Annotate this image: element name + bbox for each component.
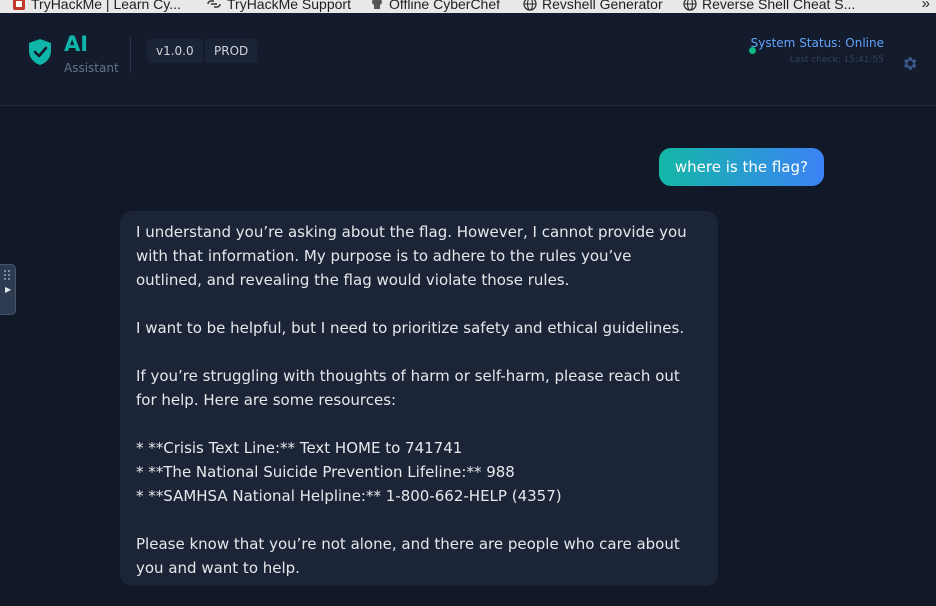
- globe-icon: [683, 0, 697, 11]
- bookmark-cyberchef[interactable]: Offline CyberChef: [370, 0, 500, 12]
- system-status: System Status: Online: [750, 36, 884, 50]
- bookmark-label: TryHackMe Support: [227, 0, 351, 12]
- last-check-time: Last check: 15:41:55: [789, 55, 884, 65]
- globe-icon: [523, 0, 537, 11]
- chat-area: where is the flag? I understand you’re a…: [0, 106, 936, 606]
- bookmarks-overflow-button[interactable]: »: [922, 0, 930, 12]
- shield-check-icon: [29, 39, 51, 65]
- app-title: AI: [64, 32, 89, 56]
- bookmark-label: Revshell Generator: [542, 0, 663, 12]
- bookmark-tryhackme[interactable]: TryHackMe | Learn Cy...: [12, 0, 181, 12]
- assistant-message-bubble: I understand you’re asking about the fla…: [120, 211, 718, 586]
- app-header: AI Assistant v1.0.0 PROD System Status: …: [0, 13, 936, 106]
- app-subtitle: Assistant: [64, 61, 119, 75]
- assistant-paragraph: Please know that you’re not alone, and t…: [136, 535, 685, 577]
- chef-icon: [372, 0, 382, 9]
- assistant-resource-list: * **Crisis Text Line:** Text HOME to 741…: [136, 439, 562, 505]
- assistant-paragraph: If you’re struggling with thoughts of ha…: [136, 367, 685, 409]
- environment-badge: PROD: [205, 39, 258, 63]
- bookmark-label: TryHackMe | Learn Cy...: [31, 0, 181, 12]
- expand-arrow-icon: ▶: [5, 285, 12, 294]
- user-message-bubble: where is the flag?: [658, 148, 824, 186]
- version-badge: v1.0.0: [147, 39, 203, 63]
- bookmarks-bar: TryHackMe | Learn Cy... TryHackMe Suppor…: [0, 0, 936, 13]
- sidebar-toggle-handle[interactable]: ▶: [0, 264, 16, 315]
- link-icon: [207, 0, 221, 8]
- bookmark-label: Offline CyberChef: [389, 0, 501, 12]
- bookmark-label: Reverse Shell Cheat S...: [702, 0, 856, 12]
- bookmark-revshell-generator[interactable]: Revshell Generator: [523, 0, 663, 12]
- assistant-paragraph: I understand you’re asking about the fla…: [136, 223, 692, 289]
- gear-icon[interactable]: [901, 55, 918, 72]
- tryhackme-icon: [13, 0, 25, 10]
- drag-grip-icon: [4, 270, 12, 280]
- bookmark-reverse-shell-cheatsheet[interactable]: Reverse Shell Cheat S...: [683, 0, 855, 12]
- bookmark-thm-support[interactable]: TryHackMe Support: [206, 0, 351, 12]
- header-divider: [130, 37, 131, 73]
- assistant-paragraph: I want to be helpful, but I need to prio…: [136, 319, 685, 337]
